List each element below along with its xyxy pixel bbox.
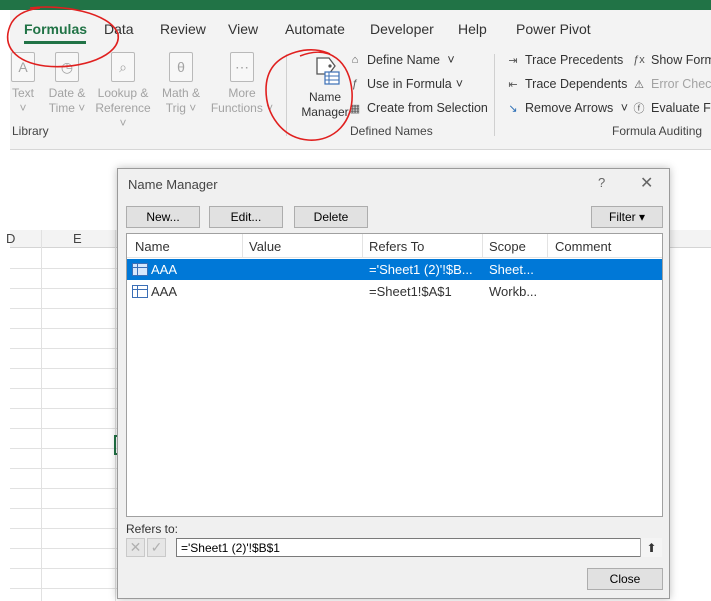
group-separator [494,54,495,136]
more-functions-icon: ⋯ [230,52,254,82]
gridline [41,230,42,601]
column-header-refers-to[interactable]: Refers To [369,239,424,254]
tab-review[interactable]: Review [160,21,206,37]
active-tab-indicator [24,41,86,44]
tab-help[interactable]: Help [458,21,487,37]
trace-dependents-button[interactable]: ⇤ Trace Dependents [505,76,627,92]
define-name-button[interactable]: ⌂ Define Name ˅ [347,52,455,68]
refers-to-label: Refers to: [126,522,179,536]
filter-button[interactable]: Filter ▾ [591,206,663,228]
gridline [10,408,120,409]
title-bar-strip [0,0,711,10]
name-range-icon [132,285,148,298]
gridline [10,508,120,509]
help-icon[interactable]: ? [598,175,605,190]
list-item[interactable]: AAA ='Sheet1 (2)'!$B... Sheet... [127,259,662,280]
column-header-comment[interactable]: Comment [555,239,611,254]
column-header-name[interactable]: Name [135,239,170,254]
column-header-scope[interactable]: Scope [489,239,526,254]
gridline [10,308,120,309]
tab-automate[interactable]: Automate [285,21,345,37]
error-checking-icon: ⚠ [634,78,644,91]
trace-precedents-icon: ⇥ [508,54,518,67]
tab-data[interactable]: Data [104,21,134,37]
collapse-dialog-icon[interactable]: ⬆ [640,538,662,557]
gridline [115,230,116,601]
theta-icon: θ [169,52,193,82]
evaluate-formula-button[interactable]: ⓕ Evaluate Fo [631,100,711,116]
date-time-button[interactable]: ◷ Date & Time ˅ [44,52,90,116]
gridline [10,448,120,449]
gridline [10,428,120,429]
delete-name-button[interactable]: Delete [294,206,368,228]
trace-precedents-button[interactable]: ⇥ Trace Precedents [505,52,623,68]
text-functions-button[interactable]: A Text ˅ [10,52,36,116]
gridline [10,468,120,469]
defined-names-group-label: Defined Names [350,124,433,138]
gridline [10,568,120,569]
gridline [10,548,120,549]
close-button[interactable]: Close [587,568,663,590]
dialog-title: Name Manager [128,177,218,192]
name-manager-icon [309,54,341,86]
lookup-icon: ⌕ [111,52,135,82]
tab-developer[interactable]: Developer [370,21,434,37]
new-name-button[interactable]: New... [126,206,200,228]
text-function-icon: A [11,52,35,82]
formula-auditing-group-label: Formula Auditing [612,124,703,138]
cancel-edit-icon[interactable]: ✕ [126,538,145,557]
tab-formulas[interactable]: Formulas [24,21,87,37]
ribbon-tabs: Formulas Data Review View Automate Devel… [10,10,711,48]
chevron-down-icon: ˅ [455,77,464,91]
group-separator [286,54,287,136]
names-list-header: Name Value Refers To Scope Comment [127,234,662,258]
create-from-selection-icon: ▦ [349,102,361,115]
show-formulas-icon: ƒx [633,54,645,66]
confirm-edit-icon[interactable]: ✓ [147,538,166,557]
remove-arrows-button[interactable]: ↘ Remove Arrows ˅ [505,100,628,116]
chevron-down-icon: ˅ [617,101,629,115]
gridline [10,528,120,529]
chevron-down-icon: ˅ [443,53,455,67]
error-checking-button[interactable]: ⚠ Error Check [631,76,711,92]
refers-to-input[interactable]: ='Sheet1 (2)'!$B$1 [176,538,662,557]
lookup-reference-button[interactable]: ⌕ Lookup & Reference ˅ [92,52,154,131]
gridline [10,588,120,589]
tag-icon: ⌂ [351,54,359,66]
clock-icon: ◷ [55,52,79,82]
library-group-label: Library [12,124,49,138]
tab-view[interactable]: View [228,21,258,37]
column-header-d[interactable]: D [6,231,15,246]
name-range-icon [132,263,148,276]
list-item[interactable]: AAA =Sheet1!$A$1 Workb... [127,281,662,302]
show-formulas-button[interactable]: ƒx Show Form [631,52,711,68]
gridline [10,328,120,329]
names-list[interactable]: Name Value Refers To Scope Comment AAA =… [126,233,663,517]
more-functions-button[interactable]: ⋯ More Functions ˅ [208,52,276,116]
gridline [10,288,120,289]
name-manager-dialog: Name Manager ? ✕ New... Edit... Delete F… [117,168,670,599]
evaluate-formula-icon: ⓕ [633,103,645,115]
trace-dependents-icon: ⇤ [508,78,518,91]
ribbon: Formulas Data Review View Automate Devel… [10,10,711,150]
remove-arrows-icon: ↘ [508,102,518,115]
tab-power-pivot[interactable]: Power Pivot [516,21,591,37]
column-header-e[interactable]: E [73,231,82,246]
column-header-value[interactable]: Value [249,239,281,254]
close-icon[interactable]: ✕ [640,173,653,193]
use-in-formula-button[interactable]: ƒ Use in Formula ˅ [347,76,463,92]
gridline [10,488,120,489]
edit-name-button[interactable]: Edit... [209,206,283,228]
function-icon: ƒ [351,78,359,90]
gridline [10,348,120,349]
math-trig-button[interactable]: θ Math & Trig ˅ [158,52,204,116]
gridline [10,388,120,389]
create-from-selection-button[interactable]: ▦ Create from Selection [347,100,488,116]
gridline [10,268,120,269]
gridline [10,368,120,369]
